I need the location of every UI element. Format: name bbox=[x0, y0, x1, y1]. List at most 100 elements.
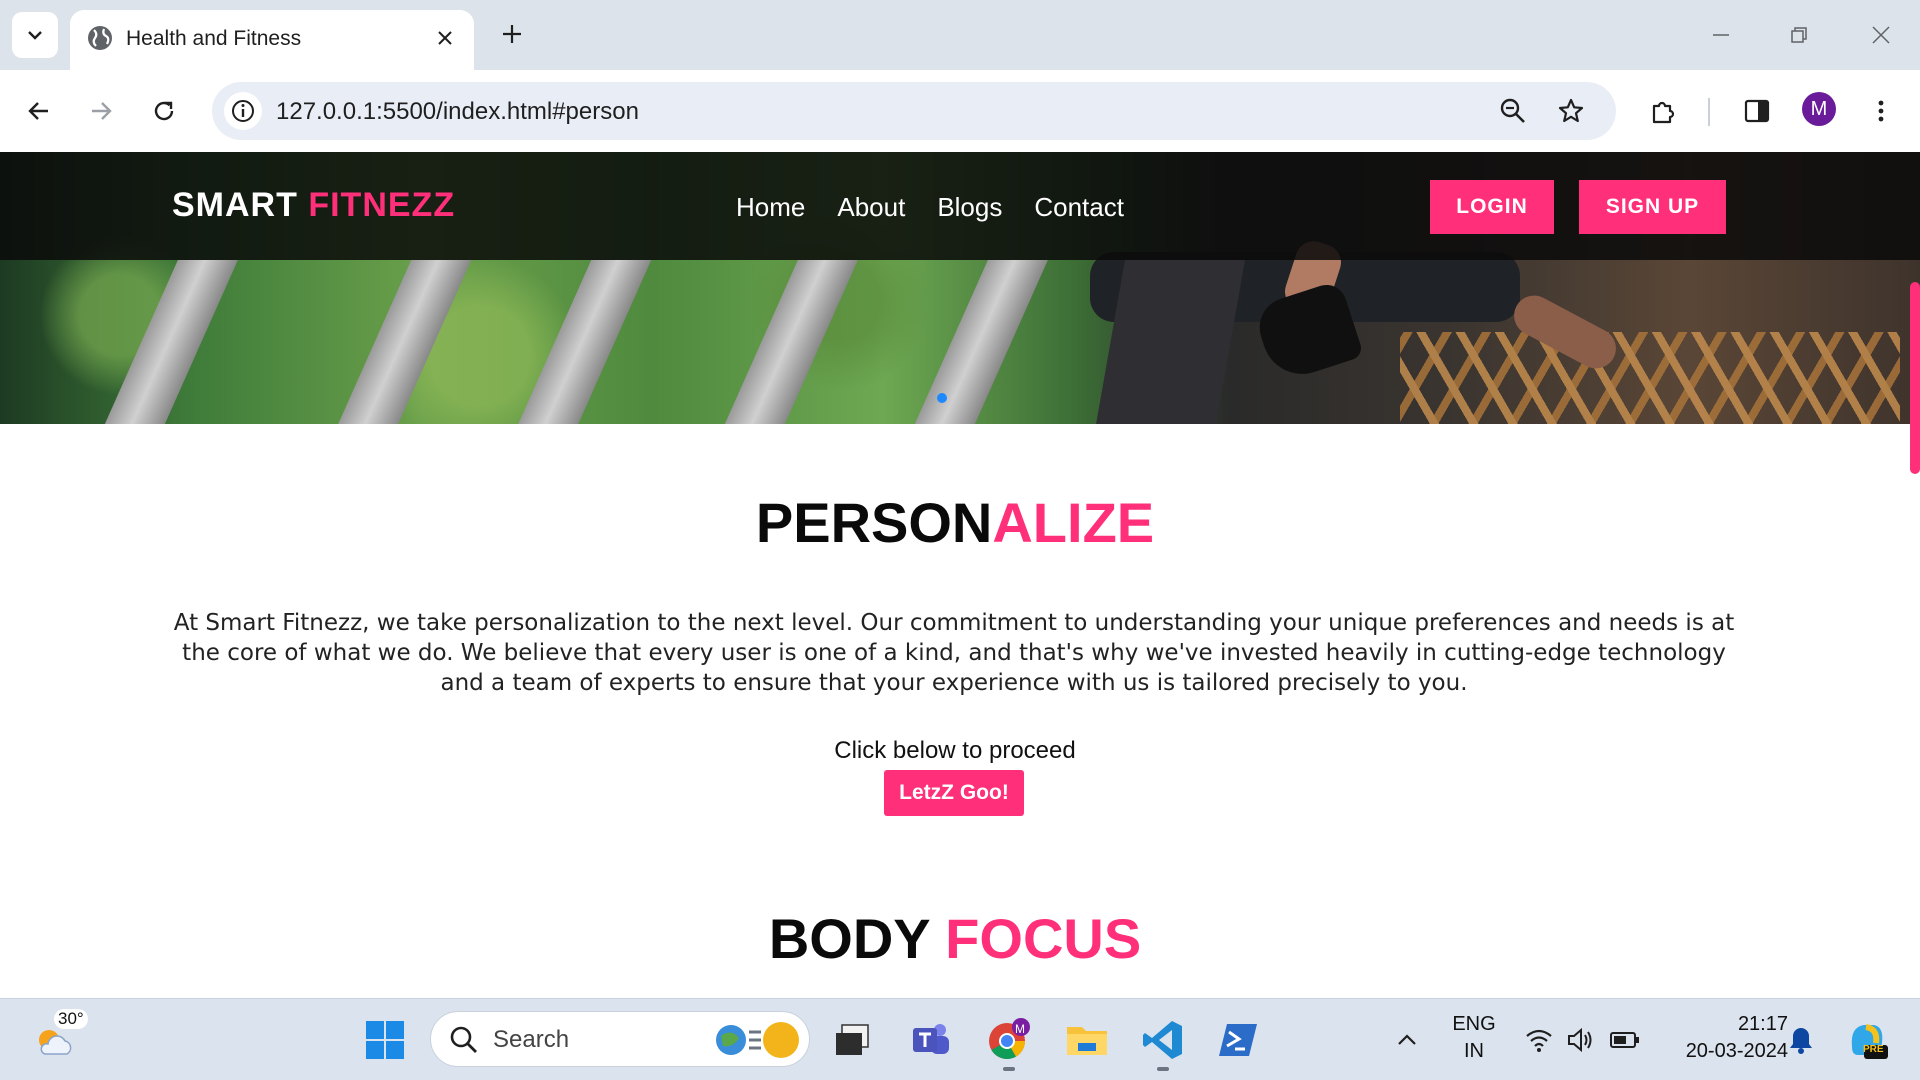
profile-avatar[interactable]: M bbox=[1802, 92, 1836, 126]
forward-button[interactable] bbox=[78, 88, 124, 134]
puzzle-icon bbox=[1652, 101, 1675, 124]
chrome-app[interactable]: M bbox=[984, 1015, 1034, 1065]
taskbar: 30° Search M ENG IN 21:17 20-03-2024 PRE bbox=[0, 998, 1920, 1080]
task-view-icon bbox=[836, 1024, 869, 1055]
tab-title: Health and Fitness bbox=[126, 27, 302, 50]
personalize-description: At Smart Fitnezz, we take personalizatio… bbox=[173, 610, 1735, 696]
file-explorer-app[interactable] bbox=[1062, 1015, 1112, 1065]
new-tab-button[interactable] bbox=[494, 16, 530, 52]
hero-wooden-frame bbox=[1400, 332, 1900, 424]
chevron-up-icon bbox=[1398, 1034, 1416, 1045]
speaker-icon bbox=[1568, 1027, 1592, 1053]
site-logo[interactable]: SMART FITNEZZ bbox=[172, 186, 455, 225]
info-icon bbox=[232, 100, 254, 122]
login-button[interactable]: LOGIN bbox=[1430, 180, 1554, 234]
heading-part2: FOCUS bbox=[945, 907, 1142, 970]
copilot-icon bbox=[1851, 1024, 1888, 1059]
nav-link-blogs[interactable]: Blogs bbox=[937, 192, 1002, 223]
taskbar-search[interactable]: Search bbox=[430, 1011, 810, 1067]
extensions-button[interactable] bbox=[1640, 88, 1686, 134]
language-code: ENG bbox=[1452, 1013, 1496, 1035]
proceed-text: Click below to proceed bbox=[834, 737, 1076, 764]
personalize-heading: PERSONALIZE bbox=[0, 490, 1910, 555]
search-icon bbox=[450, 1026, 477, 1053]
page-scrollbar[interactable] bbox=[1908, 152, 1920, 998]
nav-links: Home About Blogs Contact bbox=[736, 192, 1124, 223]
weather-temperature: 30° bbox=[54, 1009, 88, 1029]
search-highlight-icon bbox=[716, 1022, 799, 1058]
notifications-button[interactable] bbox=[1776, 1015, 1826, 1065]
letz-goo-button[interactable]: LetzZ Goo! bbox=[884, 770, 1024, 816]
arrow-right-icon bbox=[92, 102, 112, 120]
bookmark-button[interactable] bbox=[1552, 92, 1590, 130]
site-info-button[interactable] bbox=[224, 92, 262, 130]
globe-icon bbox=[88, 26, 112, 50]
volume-status[interactable] bbox=[1556, 1015, 1606, 1065]
arrow-left-icon bbox=[28, 102, 48, 120]
show-hidden-icons-button[interactable] bbox=[1382, 1015, 1432, 1065]
folder-icon bbox=[1067, 1027, 1107, 1055]
windows-logo-icon bbox=[366, 1021, 404, 1059]
chevron-down-icon bbox=[28, 31, 42, 40]
scrollbar-thumb[interactable] bbox=[1910, 282, 1920, 474]
heading-part2: ALIZE bbox=[992, 491, 1155, 554]
brand-name-part1: SMART bbox=[172, 186, 298, 224]
region-code: IN bbox=[1464, 1040, 1484, 1062]
carousel-indicator-dot[interactable] bbox=[937, 393, 947, 403]
powershell-app[interactable] bbox=[1214, 1015, 1264, 1065]
close-icon bbox=[438, 31, 452, 45]
bell-icon bbox=[1790, 1028, 1812, 1054]
task-view-button[interactable] bbox=[828, 1015, 878, 1065]
site-navbar: SMART FITNEZZ Home About Blogs Contact L… bbox=[0, 152, 1920, 260]
teams-icon bbox=[913, 1024, 949, 1054]
battery-status[interactable] bbox=[1600, 1015, 1650, 1065]
heading-part1: PERSON bbox=[755, 491, 993, 554]
chrome-running-indicator bbox=[1003, 1067, 1015, 1071]
zoom-button[interactable] bbox=[1494, 92, 1532, 130]
battery-icon bbox=[1610, 1032, 1639, 1048]
signup-button[interactable]: SIGN UP bbox=[1579, 180, 1726, 234]
clock[interactable]: 21:17 20-03-2024 bbox=[1652, 1013, 1788, 1063]
browser-menu-button[interactable] bbox=[1858, 88, 1904, 134]
nav-link-contact[interactable]: Contact bbox=[1034, 192, 1124, 223]
heading-part1: BODY bbox=[768, 907, 930, 970]
toolbar-divider bbox=[1708, 98, 1710, 126]
powershell-icon bbox=[1219, 1024, 1257, 1056]
nav-link-home[interactable]: Home bbox=[736, 192, 805, 223]
chrome-icon bbox=[989, 1018, 1030, 1060]
side-panel-button[interactable] bbox=[1734, 88, 1780, 134]
chrome-profile-badge: M bbox=[1015, 1022, 1025, 1036]
zoom-icon bbox=[1500, 98, 1525, 123]
reload-icon bbox=[154, 101, 174, 121]
restore-icon bbox=[1791, 27, 1807, 43]
address-bar[interactable]: 127.0.0.1:5500/index.html#person bbox=[212, 82, 1616, 140]
teams-app[interactable] bbox=[906, 1015, 956, 1065]
back-button[interactable] bbox=[16, 88, 62, 134]
tab-close-button[interactable] bbox=[430, 23, 460, 53]
more-vertical-icon bbox=[1878, 100, 1884, 122]
tab-search-button[interactable] bbox=[12, 12, 58, 58]
copilot-button[interactable]: PRE bbox=[1842, 1015, 1892, 1065]
minimize-icon bbox=[1713, 34, 1729, 36]
close-window-button[interactable] bbox=[1858, 14, 1904, 56]
minimize-button[interactable] bbox=[1698, 14, 1744, 56]
wifi-icon bbox=[1526, 1029, 1552, 1052]
vscode-running-indicator bbox=[1157, 1067, 1169, 1071]
vscode-app[interactable] bbox=[1138, 1015, 1188, 1065]
url-text[interactable]: 127.0.0.1:5500/index.html#person bbox=[276, 98, 639, 126]
browser-toolbar: 127.0.0.1:5500/index.html#person bbox=[0, 70, 1920, 152]
nav-link-about[interactable]: About bbox=[837, 192, 905, 223]
start-button[interactable] bbox=[360, 1015, 410, 1065]
clock-time: 21:17 bbox=[1737, 1013, 1788, 1035]
body-focus-heading: BODY FOCUS bbox=[0, 906, 1910, 971]
browser-tab-strip: Health and Fitness bbox=[0, 0, 1920, 70]
star-icon bbox=[1558, 98, 1584, 123]
search-placeholder: Search bbox=[493, 1026, 570, 1053]
close-icon bbox=[1872, 26, 1890, 44]
browser-tab-active[interactable]: Health and Fitness bbox=[70, 10, 474, 70]
plus-icon bbox=[503, 25, 521, 43]
page-viewport: SMART FITNEZZ Home About Blogs Contact L… bbox=[0, 152, 1920, 998]
language-indicator[interactable]: ENG IN bbox=[1446, 1013, 1502, 1063]
reload-button[interactable] bbox=[141, 88, 187, 134]
restore-button[interactable] bbox=[1776, 14, 1822, 56]
